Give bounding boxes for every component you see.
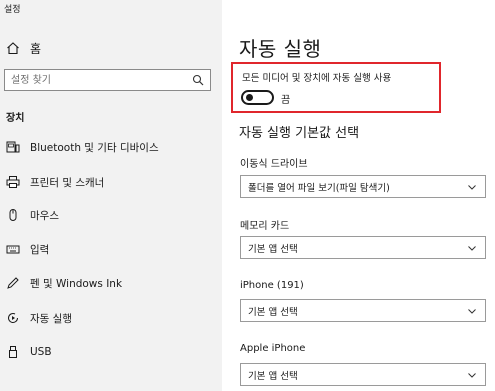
removable-drive-dropdown[interactable]: 폴더를 열어 파일 보기(파일 탐색기) bbox=[240, 175, 486, 198]
sidebar-item-printers[interactable]: 프린터 및 스캐너 bbox=[0, 167, 222, 197]
sidebar-item-home[interactable]: 홈 bbox=[6, 38, 206, 58]
page-title: 자동 실행 bbox=[239, 37, 322, 61]
sidebar-item-label: 홈 bbox=[30, 41, 42, 56]
sidebar-item-label: 자동 실행 bbox=[30, 312, 72, 325]
apple-iphone-label: Apple iPhone bbox=[240, 343, 306, 354]
section-title: 장치 bbox=[6, 113, 25, 124]
search-box[interactable] bbox=[4, 69, 211, 91]
sidebar-item-label: 펜 및 Windows Ink bbox=[30, 277, 123, 290]
chevron-down-icon bbox=[468, 308, 476, 314]
autoplay-toggle[interactable] bbox=[241, 90, 274, 105]
sidebar-item-label: USB bbox=[30, 346, 52, 358]
sidebar-item-bluetooth[interactable]: Bluetooth 및 기타 디바이스 bbox=[0, 132, 222, 162]
mouse-icon bbox=[9, 209, 17, 221]
defaults-heading: 자동 실행 기본값 선택 bbox=[239, 126, 360, 141]
memory-card-dropdown[interactable]: 기본 앱 선택 bbox=[240, 236, 486, 259]
main-panel: 자동 실행 모든 미디어 및 장치에 자동 실행 사용 끔 자동 실행 기본값 … bbox=[222, 0, 495, 391]
toggle-state-text: 끔 bbox=[281, 95, 291, 106]
dropdown-value: 기본 앱 선택 bbox=[248, 243, 298, 255]
dropdown-value: 기본 앱 선택 bbox=[248, 306, 298, 318]
usb-icon bbox=[9, 346, 17, 358]
dropdown-value: 기본 앱 선택 bbox=[248, 370, 298, 382]
chevron-down-icon bbox=[468, 372, 476, 378]
sidebar-item-label: Bluetooth 및 기타 디바이스 bbox=[30, 141, 159, 154]
toggle-label: 모든 미디어 및 장치에 자동 실행 사용 bbox=[242, 73, 392, 84]
keyboard-icon bbox=[6, 245, 20, 254]
autoplay-icon bbox=[8, 313, 19, 324]
sidebar-item-usb[interactable]: USB bbox=[0, 337, 222, 367]
sidebar-item-label: 프린터 및 스캐너 bbox=[30, 176, 105, 189]
removable-drive-label: 이동식 드라이브 bbox=[240, 159, 308, 170]
chevron-down-icon bbox=[468, 184, 476, 190]
autoplay-toggle-section: 모든 미디어 및 장치에 자동 실행 사용 끔 bbox=[231, 62, 441, 113]
sidebar-item-pen[interactable]: 펜 및 Windows Ink bbox=[0, 268, 222, 298]
bluetooth-devices-icon bbox=[6, 141, 20, 153]
toggle-knob bbox=[246, 94, 253, 101]
iphone-191-label: iPhone (191) bbox=[240, 280, 304, 291]
memory-card-label: 메모리 카드 bbox=[240, 221, 290, 232]
sidebar-item-label: 입력 bbox=[30, 243, 50, 256]
chevron-down-icon bbox=[468, 245, 476, 251]
iphone-191-dropdown[interactable]: 기본 앱 선택 bbox=[240, 299, 486, 322]
dropdown-value: 폴더를 열어 파일 보기(파일 탐색기) bbox=[248, 182, 390, 194]
search-icon[interactable] bbox=[192, 74, 204, 86]
sidebar: 설정 홈 장치 Bluetooth 및 기타 디바이스 프린터 및 스캐너 bbox=[0, 0, 222, 391]
home-icon bbox=[7, 42, 19, 55]
search-input[interactable] bbox=[5, 73, 192, 87]
apple-iphone-dropdown[interactable]: 기본 앱 선택 bbox=[240, 363, 486, 386]
sidebar-item-typing[interactable]: 입력 bbox=[0, 234, 222, 264]
pen-icon bbox=[7, 277, 19, 289]
printer-icon bbox=[6, 176, 20, 188]
sidebar-item-autoplay[interactable]: 자동 실행 bbox=[0, 303, 222, 333]
sidebar-item-mouse[interactable]: 마우스 bbox=[0, 200, 222, 230]
sidebar-item-label: 마우스 bbox=[30, 209, 59, 222]
app-title: 설정 bbox=[4, 5, 21, 15]
